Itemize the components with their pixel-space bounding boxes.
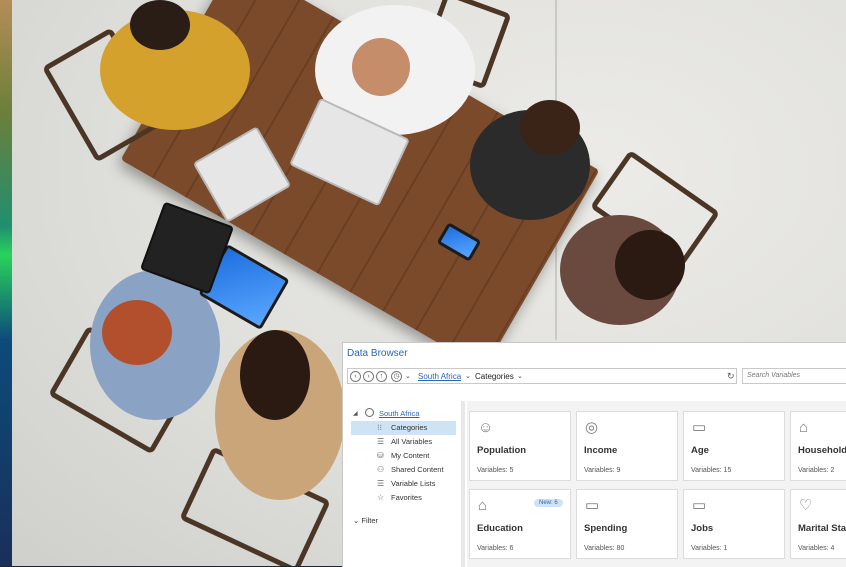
category-card-age[interactable]: ▭ Age Variables: 15 (683, 411, 785, 481)
card-title: Jobs (691, 523, 714, 534)
house-icon: ⌂ (799, 419, 809, 436)
chevron-down-icon: ⌄ (353, 516, 360, 525)
card-title: Education (477, 523, 523, 534)
sidebar-item-my-content[interactable]: ⛁ My Content (351, 449, 456, 463)
star-icon: ☆ (377, 493, 385, 502)
card-title: Marital Status (798, 523, 846, 534)
history-dropdown-icon[interactable]: ⌄ (405, 372, 411, 380)
data-browser-window: Data Browser ‹ › ↑ ◷ ⌄ South Africa ⌄ Ca… (342, 342, 846, 567)
sidebar-item-label: All Variables (391, 437, 433, 446)
sidebar-item-label: My Content (391, 451, 430, 460)
breadcrumb-chevron-icon[interactable]: ⌄ (465, 372, 471, 380)
shared-users-icon: ⚇ (377, 465, 385, 474)
calendar-icon: ▭ (692, 419, 707, 436)
sidebar-item-categories[interactable]: ⁝⁝ Categories (351, 421, 456, 435)
briefcase-icon: ▭ (692, 497, 707, 514)
person-head (240, 330, 310, 420)
card-count: Variables: 4 (798, 545, 835, 552)
breadcrumb-chevron-icon[interactable]: ⌄ (517, 372, 523, 380)
sidebar-divider[interactable] (461, 401, 465, 567)
card-count: Variables: 2 (798, 467, 835, 474)
person-head (352, 38, 410, 96)
card-title: Spending (584, 523, 628, 534)
breadcrumb-root[interactable]: South Africa (418, 372, 461, 381)
toolbar: ‹ › ↑ ◷ ⌄ South Africa ⌄ Categories ⌄ ↻ … (343, 365, 846, 391)
category-card-jobs[interactable]: ▭ Jobs Variables: 1 (683, 489, 785, 559)
heart-icon: ♡ (799, 497, 813, 514)
credit-card-icon: ▭ (585, 497, 600, 514)
category-card-income[interactable]: ◎ Income Variables: 9 (576, 411, 678, 481)
card-count: Variables: 6 (477, 545, 514, 552)
coins-icon: ◎ (585, 419, 599, 436)
grid-icon: ⁝⁝ (377, 423, 383, 432)
card-title: Households (798, 445, 846, 456)
sidebar-item-variable-lists[interactable]: ☰ Variable Lists (351, 477, 456, 491)
card-title: Population (477, 445, 527, 456)
database-icon: ⛁ (377, 451, 384, 460)
history-icon[interactable]: ◷ (391, 371, 402, 382)
card-title: Income (584, 445, 618, 456)
filter-label: Filter (361, 516, 379, 525)
category-card-households[interactable]: ⌂ Households Variables: 2 (790, 411, 846, 481)
sidebar-root-link[interactable]: South Africa (379, 409, 419, 418)
refresh-icon[interactable]: ↻ (727, 371, 737, 381)
person-head (130, 0, 190, 50)
sidebar-item-shared-content[interactable]: ⚇ Shared Content (351, 463, 456, 477)
forward-icon[interactable]: › (363, 371, 374, 382)
category-grid: ☺ Population Variables: 5 ◎ Income Varia… (467, 401, 846, 567)
card-count: Variables: 5 (477, 467, 514, 474)
filter-toggle[interactable]: ⌄ Filter (353, 516, 378, 525)
person-head (102, 300, 172, 365)
category-card-education[interactable]: ⌂ New: 6 Education Variables: 6 (469, 489, 571, 559)
graduation-cap-icon: ⌂ (478, 497, 488, 514)
globe-icon (365, 408, 374, 417)
up-icon[interactable]: ↑ (376, 371, 387, 382)
back-icon[interactable]: ‹ (350, 371, 361, 382)
card-count: Variables: 80 (584, 545, 625, 552)
sidebar: ◢ South Africa ⁝⁝ Categories ☰ All Varia… (343, 401, 461, 567)
category-card-marital-status[interactable]: ♡ Marital Status Variables: 4 (790, 489, 846, 559)
list-icon: ☰ (377, 437, 385, 446)
sidebar-item-label: Favorites (391, 493, 422, 502)
left-image-strip (0, 0, 12, 566)
category-card-spending[interactable]: ▭ Spending Variables: 80 (576, 489, 678, 559)
breadcrumb-current[interactable]: Categories (475, 372, 514, 381)
sidebar-item-favorites[interactable]: ☆ Favorites (351, 491, 456, 505)
card-count: Variables: 1 (691, 545, 728, 552)
person-head (520, 100, 580, 155)
card-count: Variables: 9 (584, 467, 621, 474)
category-card-population[interactable]: ☺ Population Variables: 5 (469, 411, 571, 481)
search-input[interactable]: Search Variables (742, 368, 846, 384)
people-icon: ☺ (478, 419, 494, 436)
sidebar-item-label: Shared Content (391, 465, 444, 474)
sidebar-item-label: Categories (391, 423, 428, 432)
collapse-caret-icon[interactable]: ◢ (353, 410, 358, 417)
card-count: Variables: 15 (691, 467, 732, 474)
window-title: Data Browser (347, 348, 408, 359)
person-head (615, 230, 685, 300)
list-icon: ☰ (377, 479, 385, 488)
card-title: Age (691, 445, 709, 456)
sidebar-item-label: Variable Lists (391, 479, 436, 488)
sidebar-item-all-variables[interactable]: ☰ All Variables (351, 435, 456, 449)
new-badge: New: 6 (534, 499, 563, 507)
